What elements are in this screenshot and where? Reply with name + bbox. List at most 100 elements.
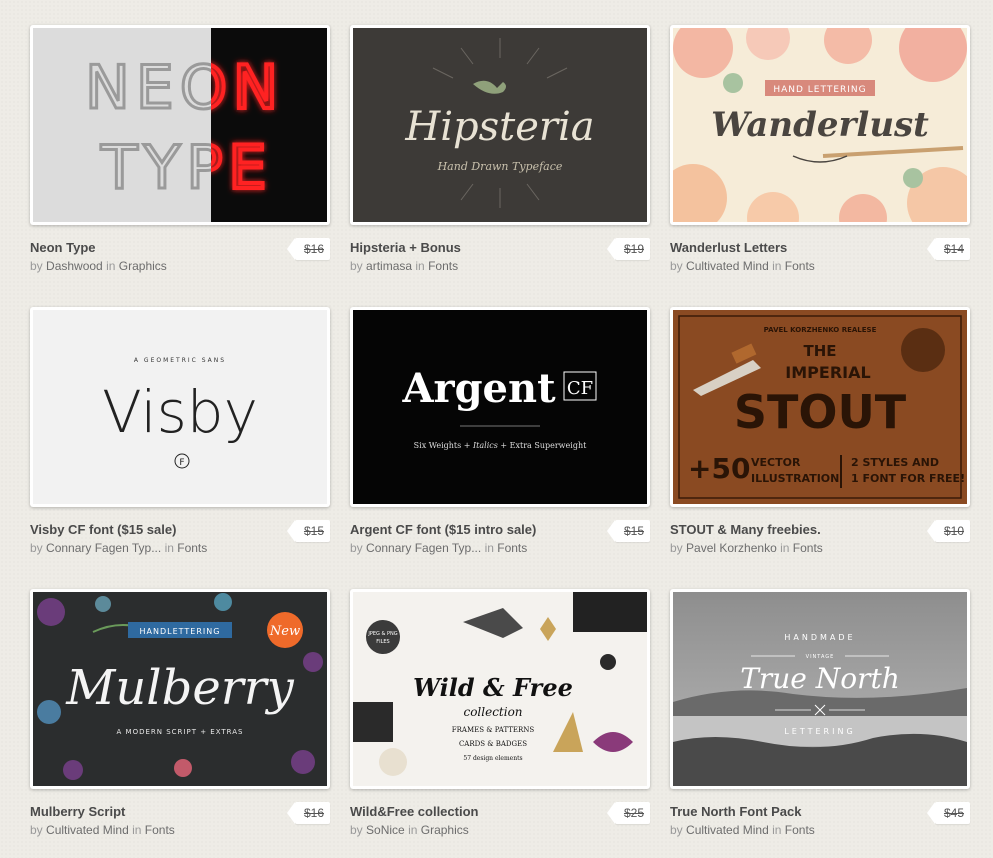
product-meta: by Connary Fagen Typ... in Fonts xyxy=(350,541,600,555)
product-image-true-north: HANDMADE VINTAGE True North LETTERING xyxy=(673,592,967,786)
author-link[interactable]: Connary Fagen Typ... xyxy=(46,541,161,555)
product-title[interactable]: Neon Type xyxy=(30,240,280,255)
svg-text:FILES: FILES xyxy=(376,639,389,645)
product-meta: by Cultivated Mind in Fonts xyxy=(670,823,920,837)
product-thumbnail[interactable]: PAVEL KORZHENKO REALESE THE IMPERIAL STO… xyxy=(670,307,970,507)
svg-text:VECTOR: VECTOR xyxy=(751,456,801,469)
price-tag: $14 xyxy=(926,238,970,260)
category-link[interactable]: Graphics xyxy=(119,259,167,273)
category-link[interactable]: Fonts xyxy=(428,259,458,273)
product-image-visby: A GEOMETRIC SANS Visby F xyxy=(33,310,327,504)
svg-text:Hipsteria: Hipsteria xyxy=(404,104,594,150)
category-link[interactable]: Fonts xyxy=(177,541,207,555)
svg-text:F: F xyxy=(179,458,184,468)
author-link[interactable]: Cultivated Mind xyxy=(686,823,769,837)
by-label: by xyxy=(670,541,683,555)
product-title[interactable]: Mulberry Script xyxy=(30,804,280,819)
in-label: in xyxy=(132,823,142,837)
product-image-wanderlust: HAND LETTERING Wanderlust xyxy=(673,28,967,222)
svg-text:VINTAGE: VINTAGE xyxy=(806,654,835,660)
author-link[interactable]: artimasa xyxy=(366,259,412,273)
svg-text:STOUT: STOUT xyxy=(734,385,907,439)
by-label: by xyxy=(30,259,43,273)
product-thumbnail[interactable]: A GEOMETRIC SANS Visby F xyxy=(30,307,330,507)
author-link[interactable]: Connary Fagen Typ... xyxy=(366,541,481,555)
svg-text:57 design elements: 57 design elements xyxy=(463,755,522,762)
category-link[interactable]: Fonts xyxy=(793,541,823,555)
svg-text:A GEOMETRIC SANS: A GEOMETRIC SANS xyxy=(134,357,226,364)
product-thumbnail[interactable]: HANDMADE VINTAGE True North LETTERING xyxy=(670,589,970,789)
product-thumbnail[interactable]: NEON TYPE NEON TYPE xyxy=(30,25,330,225)
svg-text:Wanderlust: Wanderlust xyxy=(711,105,929,145)
svg-text:+50: +50 xyxy=(688,452,750,485)
svg-text:HANDMADE: HANDMADE xyxy=(784,633,855,642)
price-tag: $10 xyxy=(926,520,970,542)
price-tag: $19 xyxy=(606,238,650,260)
product-title[interactable]: STOUT & Many freebies. xyxy=(670,522,920,537)
by-label: by xyxy=(670,823,683,837)
by-label: by xyxy=(30,541,43,555)
svg-text:1 FONT FOR FREE!: 1 FONT FOR FREE! xyxy=(851,472,965,485)
product-image-wild-free: JPEG & PNG FILES Wild & Free collection … xyxy=(353,592,647,786)
product-title[interactable]: Wild&Free collection xyxy=(350,804,600,819)
svg-text:Argent: Argent xyxy=(401,365,556,412)
product-title[interactable]: True North Font Pack xyxy=(670,804,920,819)
product-title[interactable]: Argent CF font ($15 intro sale) xyxy=(350,522,600,537)
product-thumbnail[interactable]: Argent CF Six Weights + Italics + Extra … xyxy=(350,307,650,507)
svg-text:A MODERN SCRIPT + EXTRAS: A MODERN SCRIPT + EXTRAS xyxy=(117,728,244,736)
product-meta: by Dashwood in Graphics xyxy=(30,259,280,273)
author-link[interactable]: SoNice xyxy=(366,823,405,837)
product-meta: by Cultivated Mind in Fonts xyxy=(30,823,280,837)
svg-text:ILLUSTRATION: ILLUSTRATION xyxy=(751,472,839,485)
product-thumbnail[interactable]: HAND LETTERING Wanderlust xyxy=(670,25,970,225)
svg-text:HANDLETTERING: HANDLETTERING xyxy=(140,627,221,636)
price-tag: $15 xyxy=(606,520,650,542)
svg-text:LETTERING: LETTERING xyxy=(784,727,855,736)
product-image-stout: PAVEL KORZHENKO REALESE THE IMPERIAL STO… xyxy=(673,310,967,504)
product-meta: by SoNice in Graphics xyxy=(350,823,600,837)
svg-text:2 STYLES AND: 2 STYLES AND xyxy=(851,456,939,469)
product-title[interactable]: Visby CF font ($15 sale) xyxy=(30,522,280,537)
in-label: in xyxy=(772,823,782,837)
svg-text:True North: True North xyxy=(740,662,900,695)
author-link[interactable]: Dashwood xyxy=(46,259,103,273)
by-label: by xyxy=(350,823,363,837)
svg-text:Hand Drawn Typeface: Hand Drawn Typeface xyxy=(437,160,563,173)
price-tag: $45 xyxy=(926,802,970,824)
category-link[interactable]: Fonts xyxy=(785,259,815,273)
in-label: in xyxy=(415,259,425,273)
product-thumbnail[interactable]: HANDLETTERING New Mulberry A MODERN SCRI… xyxy=(30,589,330,789)
in-label: in xyxy=(484,541,494,555)
category-link[interactable]: Fonts xyxy=(497,541,527,555)
in-label: in xyxy=(164,541,174,555)
product-title[interactable]: Hipsteria + Bonus xyxy=(350,240,600,255)
product-meta: by Pavel Korzhenko in Fonts xyxy=(670,541,920,555)
by-label: by xyxy=(30,823,43,837)
svg-text:New: New xyxy=(269,624,300,639)
author-link[interactable]: Pavel Korzhenko xyxy=(686,541,777,555)
svg-text:IMPERIAL: IMPERIAL xyxy=(785,363,870,382)
svg-text:PAVEL KORZHENKO REALESE: PAVEL KORZHENKO REALESE xyxy=(764,326,877,334)
product-thumbnail[interactable]: JPEG & PNG FILES Wild & Free collection … xyxy=(350,589,650,789)
svg-text:Mulberry: Mulberry xyxy=(65,660,294,716)
price-tag: $16 xyxy=(286,802,330,824)
category-link[interactable]: Fonts xyxy=(145,823,175,837)
by-label: by xyxy=(350,541,363,555)
category-link[interactable]: Graphics xyxy=(421,823,469,837)
product-image-argent: Argent CF Six Weights + Italics + Extra … xyxy=(353,310,647,504)
category-link[interactable]: Fonts xyxy=(785,823,815,837)
author-link[interactable]: Cultivated Mind xyxy=(46,823,129,837)
svg-text:collection: collection xyxy=(463,705,522,719)
in-label: in xyxy=(780,541,790,555)
product-title[interactable]: Wanderlust Letters xyxy=(670,240,920,255)
product-image-neon-type: NEON TYPE NEON TYPE xyxy=(33,28,327,222)
svg-text:Visby: Visby xyxy=(102,378,258,446)
svg-text:JPEG & PNG: JPEG & PNG xyxy=(367,631,397,637)
author-link[interactable]: Cultivated Mind xyxy=(686,259,769,273)
product-image-hipsteria: Hipsteria Hand Drawn Typeface xyxy=(353,28,647,222)
product-thumbnail[interactable]: Hipsteria Hand Drawn Typeface xyxy=(350,25,650,225)
price-tag: $15 xyxy=(286,520,330,542)
svg-text:THE: THE xyxy=(803,342,836,360)
svg-text:Six Weights + Italics + Extra: Six Weights + Italics + Extra Superweigh… xyxy=(414,441,587,450)
svg-text:HAND LETTERING: HAND LETTERING xyxy=(773,85,866,95)
